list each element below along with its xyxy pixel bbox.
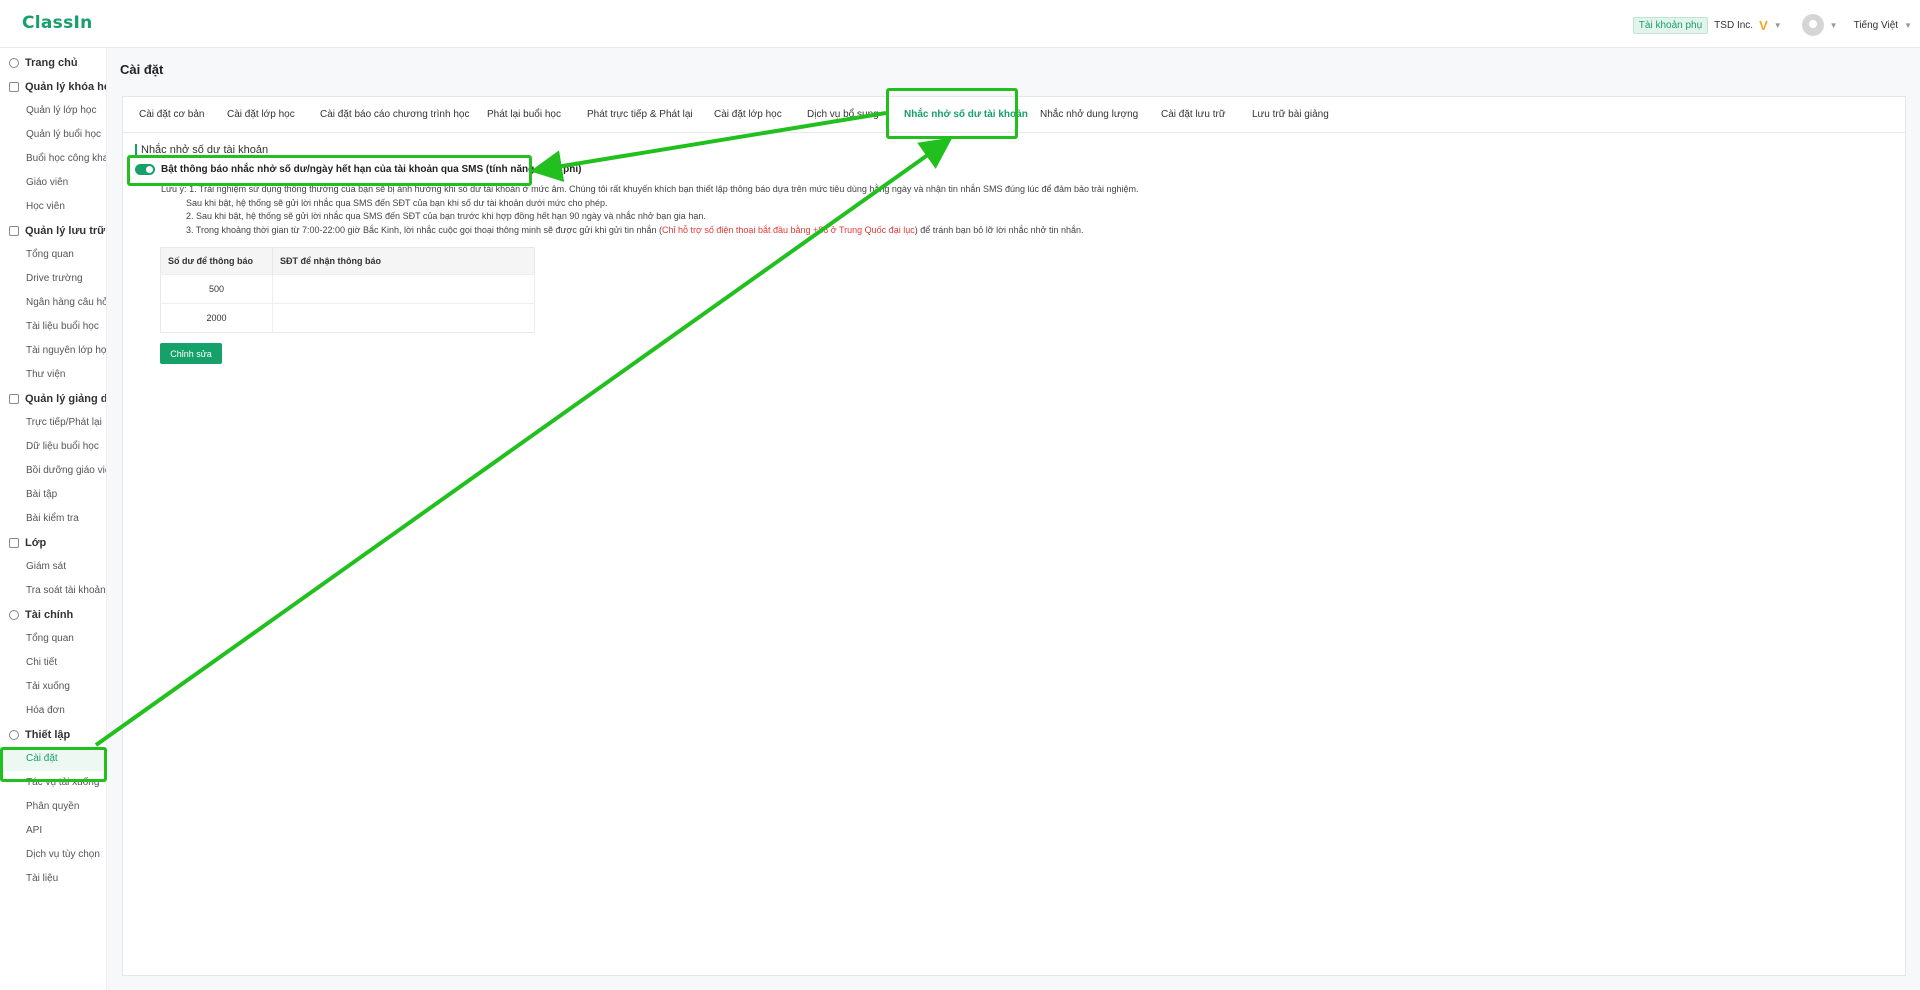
- note-prefix: Lưu ý:: [161, 184, 187, 194]
- finance-icon: [9, 610, 19, 620]
- settings-tab[interactable]: Phát trực tiếp & Phát lại: [587, 97, 693, 133]
- phone-value: [272, 303, 535, 333]
- sidebar-item[interactable]: Bồi dưỡng giáo viên: [0, 459, 106, 483]
- note-1b: Sau khi bật, hệ thống sẽ gửi lời nhắc qu…: [186, 197, 608, 208]
- table-header: SĐT để nhận thông báo: [272, 247, 535, 275]
- table-row: 2000: [160, 303, 535, 333]
- sidebar-item[interactable]: Trực tiếp/Phát lại: [0, 411, 106, 435]
- home-icon: [9, 58, 19, 68]
- settings-tab[interactable]: Nhắc nhở số dư tài khoản: [904, 97, 1028, 133]
- sidebar-item[interactable]: Tra soát tài khoản: [0, 579, 106, 603]
- account-area: Tài khoản phụ TSD Inc. V ▼ ▼ Tiếng Việt …: [1632, 14, 1912, 36]
- sidebar-item[interactable]: Ngân hàng câu hỏi: [0, 291, 106, 315]
- settings-icon: [9, 730, 19, 740]
- sidebar-section-label: Thiết lập: [25, 729, 71, 741]
- settings-tab[interactable]: Nhắc nhở dung lượng: [1040, 97, 1138, 133]
- sidebar-item[interactable]: Thư viện: [0, 363, 106, 387]
- table-row: 500: [160, 274, 535, 304]
- sidebar-item[interactable]: Tài nguyên lớp học: [0, 339, 106, 363]
- settings-panel: Cài đặt cơ bản Cài đặt lớp học Cài đặt báo…: [122, 96, 1906, 976]
- sidebar-item[interactable]: Tải xuống: [0, 675, 106, 699]
- sidebar-item[interactable]: Cài đặt: [0, 747, 106, 771]
- vip-icon: V: [1759, 17, 1768, 33]
- sidebar-item[interactable]: Hóa đơn: [0, 699, 106, 723]
- sidebar-section[interactable]: Quản lý lưu trữ: [0, 219, 106, 243]
- threshold-value: 2000: [160, 303, 273, 333]
- notes: Lưu ý: 1. Trải nghiệm sử dụng thông thườ…: [161, 183, 1139, 237]
- edit-button[interactable]: Chỉnh sửa: [160, 343, 222, 364]
- avatar[interactable]: [1801, 14, 1824, 36]
- sidebar-item[interactable]: Tài liệu buổi học: [0, 315, 106, 339]
- sidebar-item[interactable]: Quản lý buổi học: [0, 123, 106, 147]
- sms-reminder-row: Bật thông báo nhắc nhở số dư/ngày hết hạ…: [135, 164, 581, 175]
- phone-value: [272, 274, 535, 304]
- threshold-table: Số dư để thông báo SĐT để nhận thông báo…: [160, 247, 535, 333]
- note-3-end: ) để tránh bạn bỏ lỡ lời nhắc nhở tin nh…: [914, 224, 1084, 235]
- sidebar-item[interactable]: Bài tập: [0, 483, 106, 507]
- section-title: Nhắc nhở số dư tài khoản: [135, 144, 268, 157]
- course-icon: [9, 82, 19, 92]
- settings-tab[interactable]: Phát lại buổi học: [487, 97, 561, 133]
- note-3: 3. Trong khoảng thời gian từ 7:00-22:00 …: [186, 224, 662, 235]
- sidebar-item[interactable]: Tổng quan: [0, 627, 106, 651]
- teaching-icon: [9, 394, 19, 404]
- sidebar-section[interactable]: Thiết lập: [0, 723, 106, 747]
- user-icon: [1808, 19, 1817, 28]
- sidebar-item[interactable]: Phân quyền: [0, 795, 106, 819]
- sidebar-section[interactable]: Quản lý giảng dạy: [0, 387, 106, 411]
- sidebar-item[interactable]: Giám sát: [0, 555, 106, 579]
- settings-tab[interactable]: Cài đặt lớp học: [227, 97, 295, 133]
- note-1: 1. Trải nghiệm sử dụng thông thường của …: [189, 184, 1139, 194]
- chevron-down-icon[interactable]: ▼: [1904, 21, 1912, 30]
- sidebar-section-label: Quản lý khóa học: [25, 81, 106, 93]
- org-name[interactable]: TSD Inc.: [1714, 20, 1753, 31]
- language-selector[interactable]: Tiếng Việt: [1854, 20, 1898, 31]
- sidebar-section-label: Lớp: [25, 537, 47, 549]
- class-icon: [9, 538, 19, 548]
- note-3-warning: Chỉ hỗ trợ số điện thoại bắt đầu bằng +8…: [661, 224, 915, 235]
- sidebar-section-label: Quản lý giảng dạy: [25, 393, 107, 405]
- chevron-down-icon[interactable]: ▼: [1830, 21, 1838, 30]
- sidebar-section[interactable]: Lớp: [0, 531, 106, 555]
- settings-tabs: Cài đặt cơ bản Cài đặt lớp học Cài đặt báo…: [123, 97, 1905, 133]
- threshold-value: 500: [160, 274, 273, 304]
- sidebar-item[interactable]: Bài kiểm tra: [0, 507, 106, 531]
- sidebar-section[interactable]: Quản lý khóa học: [0, 75, 106, 99]
- sidebar-item[interactable]: Quản lý lớp học: [0, 99, 106, 123]
- sidebar-section-label: Quản lý lưu trữ: [25, 225, 106, 237]
- settings-tab[interactable]: Cài đặt lưu trữ: [1161, 97, 1226, 133]
- note-2: 2. Sau khi bật, hệ thống sẽ gửi lời nhắc…: [186, 211, 706, 221]
- classin-logo[interactable]: ClassIn: [22, 13, 93, 33]
- sidebar-item[interactable]: Dữ liệu buổi học: [0, 435, 106, 459]
- sidebar: Trang chủ Quản lý khóa học Quản lý lớp học…: [0, 48, 107, 990]
- sidebar-item[interactable]: Chi tiết: [0, 651, 106, 675]
- cloud-icon: [9, 226, 19, 236]
- sidebar-item[interactable]: Drive trường: [0, 267, 106, 291]
- sidebar-item[interactable]: Giáo viên: [0, 171, 106, 195]
- settings-tab[interactable]: Dịch vụ bổ sung: [807, 97, 879, 133]
- sidebar-item[interactable]: Buổi học công khai: [0, 147, 106, 171]
- sms-reminder-toggle[interactable]: [135, 164, 155, 175]
- sidebar-section[interactable]: Tài chính: [0, 603, 106, 627]
- sidebar-item[interactable]: Dịch vụ tùy chọn: [0, 843, 106, 867]
- sidebar-section-label: Trang chủ: [25, 57, 78, 69]
- sidebar-item[interactable]: Tài liệu: [0, 867, 106, 891]
- sidebar-item[interactable]: API: [0, 819, 106, 843]
- sidebar-section[interactable]: Trang chủ: [0, 51, 106, 75]
- settings-tab[interactable]: Cài đặt báo cáo chương trình học: [320, 97, 469, 133]
- sidebar-item[interactable]: Tác vụ tải xuống: [0, 771, 106, 795]
- table-header: Số dư để thông báo: [160, 247, 273, 275]
- page-title: Cài đặt: [120, 62, 164, 77]
- sms-reminder-label: Bật thông báo nhắc nhở số dư/ngày hết hạ…: [161, 164, 582, 175]
- chevron-down-icon[interactable]: ▼: [1774, 21, 1782, 30]
- settings-tab[interactable]: Cài đặt lớp học: [714, 97, 782, 133]
- sub-account-badge: Tài khoản phụ: [1632, 16, 1709, 34]
- top-bar: ClassIn Tài khoản phụ TSD Inc. V ▼ ▼ Tiế…: [0, 0, 1920, 48]
- settings-tab[interactable]: Lưu trữ bài giảng: [1252, 97, 1329, 133]
- sidebar-item[interactable]: Tổng quan: [0, 243, 106, 267]
- sidebar-section-label: Tài chính: [25, 609, 74, 621]
- sidebar-item[interactable]: Học viên: [0, 195, 106, 219]
- settings-tab[interactable]: Cài đặt cơ bản: [139, 97, 204, 133]
